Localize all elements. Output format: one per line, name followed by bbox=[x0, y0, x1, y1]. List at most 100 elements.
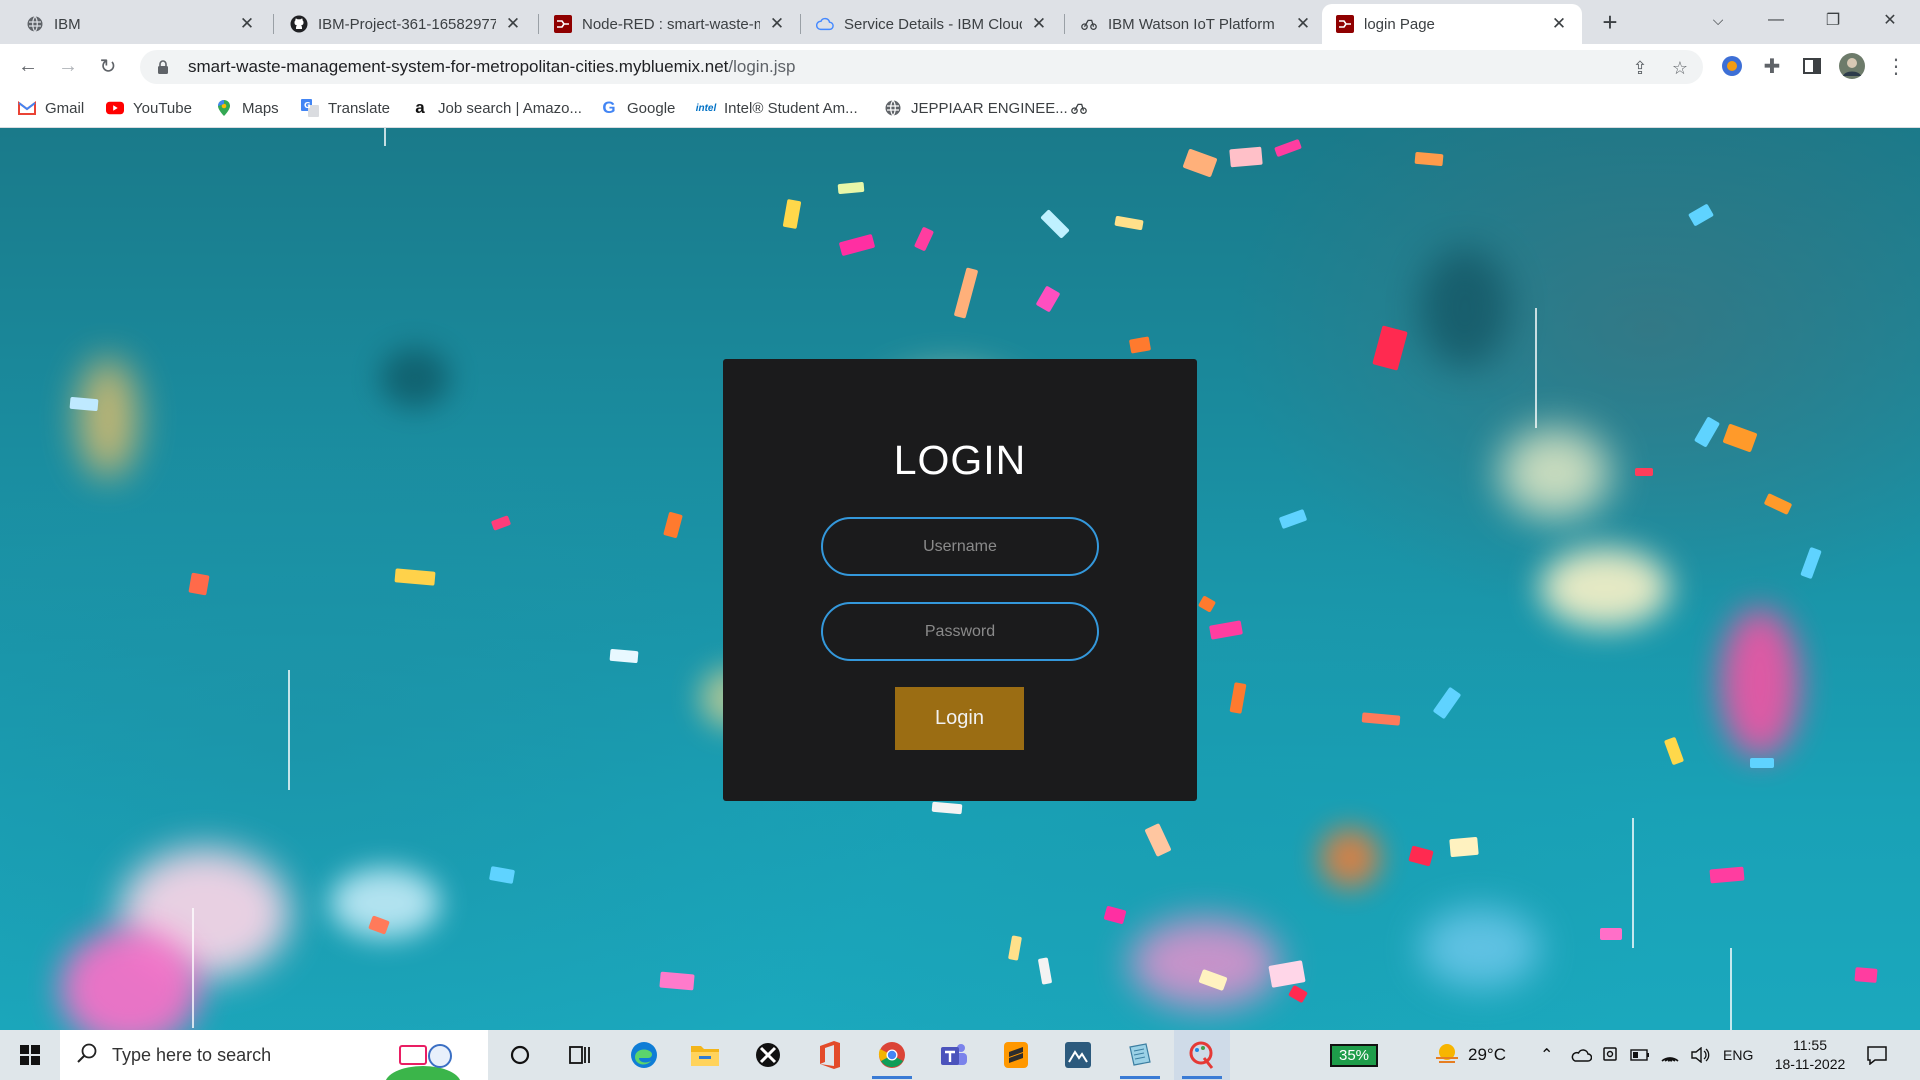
cortana-icon[interactable] bbox=[492, 1030, 548, 1080]
new-tab-button[interactable]: + bbox=[1590, 2, 1630, 42]
weather-temp: 29°C bbox=[1468, 1045, 1506, 1064]
page-viewport: LOGIN Login bbox=[0, 128, 1920, 1030]
bookmark-iot[interactable] bbox=[1070, 96, 1097, 120]
weather-widget[interactable]: 29°C bbox=[1434, 1030, 1506, 1080]
bookmark-gmail[interactable]: Gmail bbox=[18, 96, 84, 120]
tab-node-red[interactable]: Node-RED : smart-waste-m ✕ bbox=[540, 4, 800, 44]
avatar[interactable] bbox=[1838, 52, 1866, 80]
youtube-icon bbox=[106, 99, 124, 117]
extensions-icon[interactable]: ✚ bbox=[1760, 54, 1784, 78]
mysql-workbench-icon[interactable] bbox=[1050, 1030, 1106, 1080]
volume-icon[interactable] bbox=[1690, 1030, 1710, 1080]
confetti-piece bbox=[1114, 215, 1144, 231]
clock[interactable]: 11:55 18-11-2022 bbox=[1768, 1030, 1852, 1080]
battery-icon[interactable] bbox=[1630, 1030, 1650, 1080]
tab-github[interactable]: IBM-Project-361-16582977 ✕ bbox=[276, 4, 536, 44]
windows-start-icon[interactable] bbox=[0, 1030, 60, 1080]
bookmark-intel[interactable]: intel Intel® Student Am... bbox=[696, 96, 858, 120]
forward-icon[interactable]: → bbox=[54, 52, 82, 80]
light-streak bbox=[288, 670, 290, 790]
clock-time: 11:55 bbox=[1793, 1037, 1827, 1053]
confetti-piece bbox=[931, 801, 963, 815]
minimize-icon[interactable]: — bbox=[1756, 0, 1796, 40]
bookmark-label: Job search | Amazo... bbox=[438, 99, 582, 117]
reload-icon[interactable]: ↻ bbox=[94, 52, 122, 80]
amazon-icon: a bbox=[415, 98, 425, 117]
confetti-piece bbox=[1274, 138, 1302, 158]
lock-icon[interactable] bbox=[154, 58, 172, 76]
chrome-taskbar-icon[interactable] bbox=[864, 1030, 920, 1080]
tab-ibm[interactable]: IBM ✕ bbox=[12, 4, 270, 44]
bookmark-translate[interactable]: G Translate bbox=[301, 96, 390, 120]
search-icon bbox=[76, 1042, 98, 1069]
share-icon[interactable]: ⇪ bbox=[1630, 58, 1650, 78]
confetti-piece bbox=[1182, 148, 1218, 178]
menu-icon[interactable]: ⋮ bbox=[1884, 54, 1908, 78]
confetti-piece bbox=[1103, 905, 1127, 925]
confetti-piece bbox=[1209, 620, 1243, 640]
battery-percent: 35% bbox=[1330, 1043, 1379, 1067]
edge-icon[interactable] bbox=[616, 1030, 672, 1080]
close-icon[interactable]: ✕ bbox=[504, 14, 522, 34]
confetti-piece bbox=[1144, 823, 1172, 857]
light-streak bbox=[192, 908, 194, 1028]
battery-indicator[interactable]: 35% bbox=[1330, 1030, 1379, 1080]
login-button[interactable]: Login bbox=[895, 687, 1024, 750]
taskbar-search[interactable]: Type here to search bbox=[60, 1030, 488, 1080]
meet-now-icon[interactable] bbox=[1602, 1030, 1618, 1080]
notifications-icon[interactable] bbox=[1866, 1030, 1888, 1080]
file-explorer-icon[interactable] bbox=[677, 1030, 733, 1080]
confetti-piece bbox=[1687, 203, 1715, 227]
close-icon[interactable]: ✕ bbox=[1030, 14, 1048, 34]
taskbar: Type here to search 35% 29°C ⌃ ENG 11:55… bbox=[0, 1030, 1920, 1080]
tab-ibm-cloud[interactable]: Service Details - IBM Cloud ✕ bbox=[802, 4, 1062, 44]
sublime-text-icon[interactable] bbox=[988, 1030, 1044, 1080]
bokeh-blob bbox=[78, 358, 138, 478]
login-title: LOGIN bbox=[893, 437, 1027, 483]
close-icon[interactable]: ✕ bbox=[768, 14, 786, 34]
bookmark-jeppiaar[interactable]: JEPPIAAR ENGINEE... bbox=[884, 96, 1068, 120]
close-icon[interactable]: ✕ bbox=[1294, 14, 1312, 34]
office-icon[interactable] bbox=[802, 1030, 858, 1080]
light-streak bbox=[1632, 818, 1634, 948]
extension-shield-icon[interactable] bbox=[1720, 54, 1744, 78]
confetti-piece bbox=[394, 568, 436, 586]
confetti-piece bbox=[609, 648, 639, 664]
close-icon[interactable]: ✕ bbox=[1550, 14, 1568, 34]
language-indicator[interactable]: ENG bbox=[1723, 1030, 1753, 1080]
show-hidden-icons[interactable]: ⌃ bbox=[1540, 1030, 1553, 1080]
username-input[interactable] bbox=[821, 517, 1099, 576]
back-icon[interactable]: ← bbox=[14, 52, 42, 80]
bookmark-maps[interactable]: Maps bbox=[215, 96, 279, 120]
confetti-piece bbox=[1372, 325, 1408, 371]
bokeh-blob bbox=[1540, 548, 1670, 628]
window-close-icon[interactable]: ✕ bbox=[1870, 0, 1910, 40]
address-bar[interactable]: smart-waste-management-system-for-metrop… bbox=[140, 50, 1703, 84]
tab-watson-iot[interactable]: IBM Watson IoT Platform ✕ bbox=[1066, 4, 1326, 44]
bookmark-google[interactable]: G Google bbox=[600, 96, 675, 120]
bookmark-label: JEPPIAAR ENGINEE... bbox=[911, 99, 1068, 117]
login-card: LOGIN Login bbox=[723, 359, 1197, 801]
confetti-piece bbox=[782, 198, 802, 230]
close-icon[interactable]: ✕ bbox=[238, 14, 256, 34]
notepad-icon[interactable] bbox=[1112, 1030, 1168, 1080]
paint-icon[interactable] bbox=[1174, 1030, 1230, 1080]
tab-strip: IBM ✕ IBM-Project-361-16582977 ✕ Node-RE… bbox=[0, 0, 1920, 44]
xbox-icon[interactable] bbox=[740, 1030, 796, 1080]
task-view-icon[interactable] bbox=[552, 1030, 608, 1080]
side-panel-icon[interactable] bbox=[1800, 54, 1824, 78]
tab-search-icon[interactable]: ⌵ bbox=[1698, 0, 1738, 40]
password-input[interactable] bbox=[821, 602, 1099, 661]
confetti-piece bbox=[1037, 957, 1053, 985]
onedrive-icon[interactable] bbox=[1570, 1030, 1592, 1080]
bookmark-amazon-jobs[interactable]: a Job search | Amazo... bbox=[411, 96, 582, 120]
teams-icon[interactable] bbox=[926, 1030, 982, 1080]
google-icon: G bbox=[602, 98, 616, 117]
bookmark-label: Translate bbox=[328, 99, 390, 117]
bookmark-youtube[interactable]: YouTube bbox=[106, 96, 192, 120]
restore-icon[interactable]: ❐ bbox=[1813, 0, 1853, 40]
tab-login-page[interactable]: login Page ✕ bbox=[1322, 4, 1582, 44]
bookmark-label: Maps bbox=[242, 99, 279, 117]
wifi-icon[interactable] bbox=[1660, 1030, 1680, 1080]
star-icon[interactable]: ☆ bbox=[1670, 58, 1690, 78]
